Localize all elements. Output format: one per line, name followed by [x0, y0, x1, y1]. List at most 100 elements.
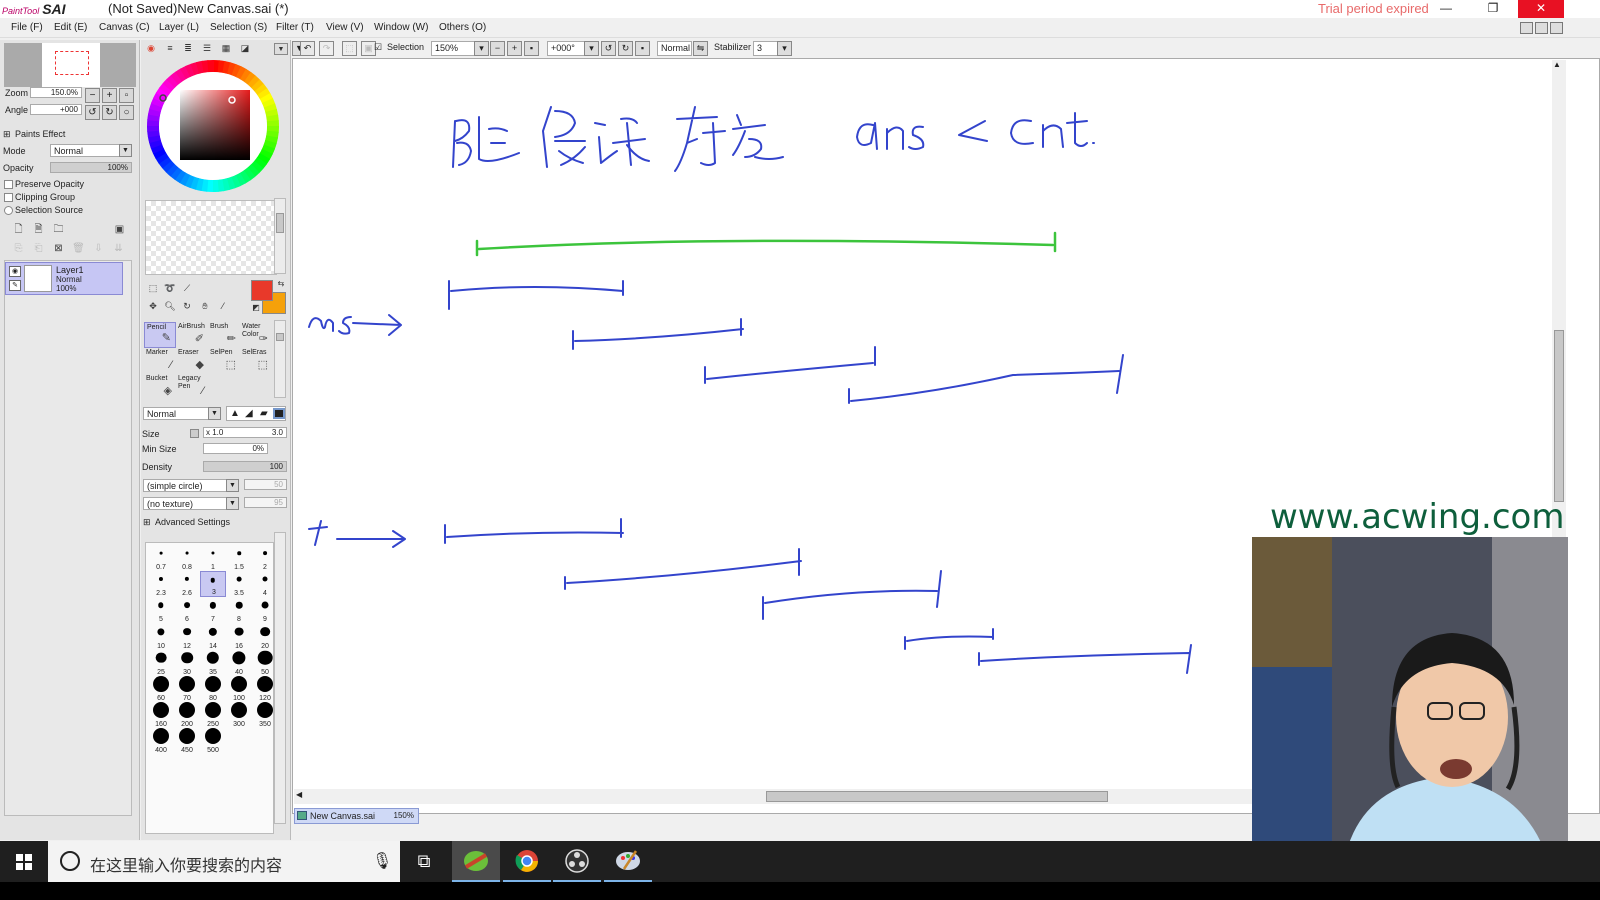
microphone-icon[interactable]: 🎙︎ [372, 851, 392, 871]
transparent-color-icon[interactable]: ◩ [249, 302, 263, 314]
merge-visible-icon[interactable]: ⇊ [112, 242, 125, 255]
brush-size-option[interactable]: 160 [148, 702, 174, 728]
brush-size-option[interactable]: 5 [148, 597, 174, 623]
canvas-zoom-reset-icon[interactable]: ▪ [524, 41, 539, 56]
restore-button[interactable]: ❐ [1470, 0, 1516, 18]
brush-size-option[interactable]: 1 [200, 545, 226, 571]
taskbar-search-box[interactable]: 在这里输入你要搜索的内容 🎙︎ [48, 841, 400, 882]
mdi-minimize-icon[interactable] [1520, 22, 1533, 34]
rect-select-icon[interactable]: ⬚ [146, 282, 160, 294]
layer-row[interactable]: ◉ ✎ Layer1 Normal 100% [5, 262, 123, 295]
menu-canvas[interactable]: Canvas (C) [99, 22, 150, 33]
brush-size-option[interactable]: 0.7 [148, 545, 174, 571]
brush-size-option[interactable]: 10 [148, 624, 174, 650]
horizontal-scroll-thumb[interactable] [766, 791, 1108, 802]
size-slider[interactable]: x 1.0 3.0 [203, 427, 287, 438]
close-button[interactable]: ✕ [1518, 0, 1564, 18]
mdi-close-icon[interactable] [1550, 22, 1563, 34]
rotate-reset-icon[interactable]: ○ [119, 105, 134, 120]
panel-menu-icon[interactable]: ▼ [274, 43, 288, 55]
new-linework-layer-icon[interactable]: 🗎 [32, 223, 45, 236]
primary-color-swatch[interactable] [251, 280, 273, 301]
selection-source-radio[interactable] [4, 206, 13, 215]
brush-size-option[interactable]: 300 [226, 702, 252, 728]
swatch-mode-icon[interactable]: ▦ [219, 42, 233, 54]
layer-mask-icon[interactable]: ▣ [113, 223, 126, 236]
undo-icon[interactable]: ↶ [300, 41, 315, 56]
taskbar-paint-app[interactable] [604, 841, 652, 882]
paste-layer-icon[interactable]: ⎗ [32, 242, 45, 255]
brush-size-option[interactable]: 0.8 [174, 545, 200, 571]
cortana-icon[interactable] [60, 851, 80, 871]
merge-down-icon[interactable]: ⇩ [92, 242, 105, 255]
brush-pencil[interactable]: Pencil ✎ [144, 322, 176, 348]
brush-size-option[interactable]: 200 [174, 702, 200, 728]
advanced-settings-expand-icon[interactable]: ⊞ [143, 517, 151, 528]
pen-icon[interactable]: ✎ [9, 280, 21, 291]
hsv-slider-mode-icon[interactable]: ≣ [181, 42, 195, 54]
paints-effect-expand-icon[interactable]: ⊞ [3, 129, 11, 140]
mdi-restore-icon[interactable] [1535, 22, 1548, 34]
brush-airbrush[interactable]: AirBrush ✐ [176, 322, 208, 348]
canvas-zoom-out-icon[interactable]: − [490, 41, 505, 56]
brush-eraser[interactable]: Eraser ◆ [176, 348, 208, 374]
start-button[interactable] [0, 841, 48, 882]
deselect-icon[interactable]: ⬚ [342, 41, 357, 56]
brush-size-option[interactable]: 500 [200, 728, 226, 754]
color-wheel-mode-icon[interactable]: ◉ [144, 42, 158, 54]
menu-layer[interactable]: Layer (L) [159, 22, 199, 33]
brush-size-option[interactable]: 3 [200, 571, 226, 598]
minimize-button[interactable]: — [1423, 0, 1469, 18]
stabilizer-select[interactable]: 3 [753, 41, 779, 56]
brush-size-option[interactable]: 16 [226, 624, 252, 650]
hand-icon[interactable]: ✋︎ [198, 300, 212, 312]
canvas-horizontal-scrollbar[interactable]: ◀ [294, 789, 1252, 804]
chevron-down-icon[interactable]: ▾ [777, 41, 792, 56]
shape-strength-slider[interactable]: 50 [244, 479, 287, 490]
chevron-down-icon[interactable]: ▾ [474, 41, 489, 56]
brush-size-option[interactable]: 14 [200, 624, 226, 650]
size-lock-icon[interactable] [190, 429, 199, 438]
opacity-slider[interactable]: 100% [50, 162, 132, 173]
brush-size-option[interactable]: 2.3 [148, 571, 174, 597]
navigator-preview[interactable] [4, 43, 136, 87]
brush-marker[interactable]: Marker ⁄ [144, 348, 176, 374]
brush-size-option[interactable]: 3.5 [226, 571, 252, 597]
brush-size-option[interactable]: 70 [174, 676, 200, 702]
brush-size-option[interactable]: 35 [200, 650, 226, 676]
menu-window[interactable]: Window (W) [374, 22, 428, 33]
scratchpad-mode-icon[interactable]: ◪ [238, 42, 252, 54]
brush-size-scrollbar[interactable] [274, 532, 286, 824]
brush-size-option[interactable]: 2.6 [174, 571, 200, 597]
brush-size-option[interactable]: 8 [226, 597, 252, 623]
hue-ring-segment[interactable] [207, 59, 215, 73]
rgb-slider-mode-icon[interactable]: ≡ [163, 42, 177, 54]
brush-size-option[interactable]: 7 [200, 597, 226, 623]
vertical-scroll-thumb[interactable] [1554, 330, 1564, 502]
min-size-slider[interactable]: 0% [203, 443, 268, 454]
move-icon[interactable]: ✥ [146, 300, 160, 312]
menu-file[interactable]: File (F) [11, 22, 43, 33]
brush-size-option[interactable]: 1.5 [226, 545, 252, 571]
brush-legacy-pen[interactable]: Legacy Pen ⁄ [176, 374, 208, 400]
preserve-opacity-checkbox[interactable] [4, 180, 13, 189]
canvas-tab[interactable]: New Canvas.sai 150% [294, 808, 419, 824]
scratch-swatch-area[interactable] [145, 200, 277, 275]
flip-horizontal-icon[interactable]: ⇋ [693, 41, 708, 56]
menu-others[interactable]: Others (O) [439, 22, 486, 33]
solid-edge-icon[interactable] [273, 408, 285, 419]
new-layer-icon[interactable]: 🗋 [12, 223, 25, 236]
canvas-angle-select[interactable]: +000° [547, 41, 589, 56]
texture-strength-slider[interactable]: 95 [244, 497, 287, 508]
color-wheel[interactable] [145, 58, 285, 198]
brush-shape-select[interactable]: (simple circle) ▼ [143, 479, 239, 492]
scroll-left-icon[interactable]: ◀ [296, 790, 302, 799]
canvas-rotate-right-icon[interactable]: ↻ [618, 41, 633, 56]
rotate-left-icon[interactable]: ↺ [85, 105, 100, 120]
brush-size-option[interactable]: 80 [200, 676, 226, 702]
zoom-tool-icon[interactable]: 🔍︎ [163, 300, 177, 312]
canvas-rotate-left-icon[interactable]: ↺ [601, 41, 616, 56]
density-slider[interactable]: 100 [203, 461, 287, 472]
lasso-icon[interactable]: ➰ [163, 282, 177, 294]
selection-checkbox[interactable]: ☑ [374, 41, 382, 56]
